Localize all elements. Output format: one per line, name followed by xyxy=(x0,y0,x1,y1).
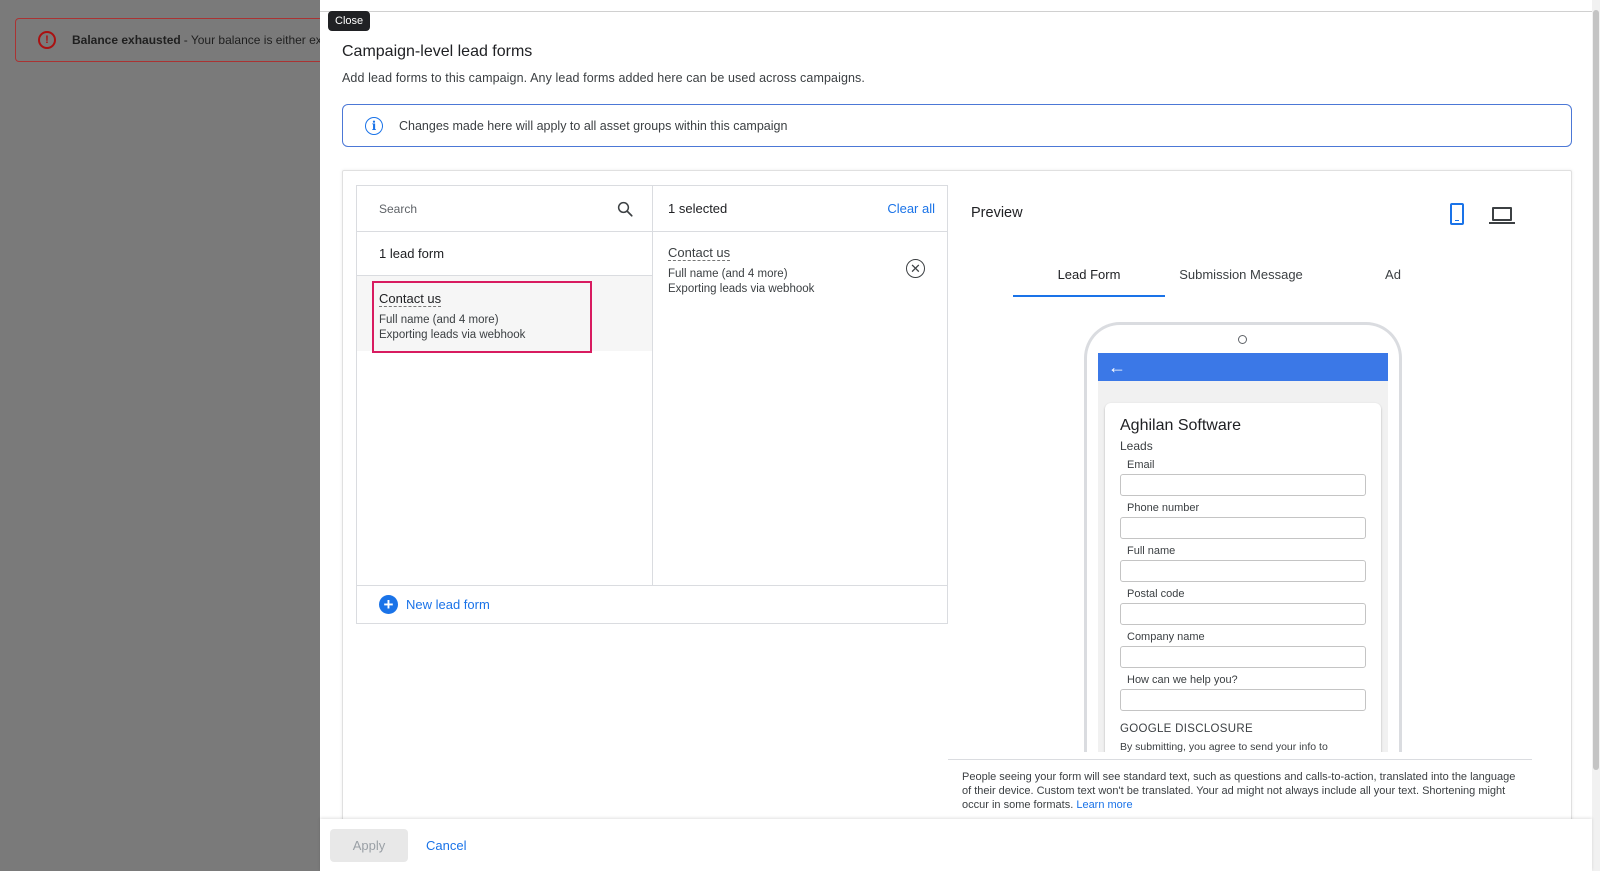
lead-forms-panel: Close Campaign-level lead forms Add lead… xyxy=(320,0,1600,871)
panel-topbar xyxy=(320,0,1600,12)
field-input xyxy=(1120,474,1366,496)
desktop-device-icon[interactable] xyxy=(1489,207,1515,224)
selected-header: 1 selected Clear all xyxy=(653,186,947,232)
divider xyxy=(948,759,1532,760)
field-input xyxy=(1120,646,1366,668)
disclosure-text: By submitting, you agree to send your in… xyxy=(1120,741,1328,752)
lead-form-list: 1 lead form Contact us Full name (and 4 … xyxy=(356,185,652,586)
form-headline: Leads xyxy=(1120,439,1153,453)
selected-form-fields: Full name (and 4 more) xyxy=(668,268,788,280)
back-arrow-icon: ← xyxy=(1108,356,1126,377)
clear-all-button[interactable]: Clear all xyxy=(887,201,935,216)
error-icon: ! xyxy=(38,31,56,49)
field-label: Email xyxy=(1127,459,1155,471)
disclosure-title: GOOGLE DISCLOSURE xyxy=(1120,723,1253,735)
preview-title: Preview xyxy=(971,205,1023,221)
lead-form-count: 1 lead form xyxy=(357,232,652,276)
balance-alert: ! Balance exhausted - Your balance is ei… xyxy=(15,18,335,62)
tab-submission-message[interactable]: Submission Message xyxy=(1165,265,1317,297)
highlight-box xyxy=(372,281,592,353)
scrollbar-thumb[interactable] xyxy=(1593,10,1599,770)
preview-pane: Preview Lead Form Submission Message Ad … xyxy=(948,185,1554,811)
page-backdrop: ! Balance exhausted - Your balance is ei… xyxy=(0,0,335,871)
form-preview-card: Aghilan Software Leads Email Phone numbe… xyxy=(1105,403,1381,752)
alert-title: Balance exhausted xyxy=(72,33,181,47)
field-label: Full name xyxy=(1127,545,1176,557)
new-lead-form-label: New lead form xyxy=(406,597,490,612)
selected-item: Contact us Full name (and 4 more) Export… xyxy=(653,232,947,309)
field-input xyxy=(1120,603,1366,625)
close-tooltip[interactable]: Close xyxy=(328,11,371,31)
tab-ad[interactable]: Ad xyxy=(1317,265,1469,297)
info-icon: i xyxy=(365,116,383,135)
list-item[interactable]: Contact us Full name (and 4 more) Export… xyxy=(357,276,652,353)
remove-icon[interactable]: ✕ xyxy=(906,259,925,278)
alert-text: - Your balance is either exhausted xyxy=(183,33,334,47)
panel-footer: Apply Cancel xyxy=(320,819,1592,871)
phone-screen: ← Aghilan Software Leads Email Phone num… xyxy=(1098,353,1388,752)
info-banner: i Changes made here will apply to all as… xyxy=(342,104,1572,147)
phone-mockup: ← Aghilan Software Leads Email Phone num… xyxy=(1084,322,1402,752)
field-input xyxy=(1120,560,1366,582)
field-label: Phone number xyxy=(1127,502,1200,514)
apply-button[interactable]: Apply xyxy=(330,829,408,862)
selected-count: 1 selected xyxy=(668,201,728,216)
panel-subtitle: Add lead forms to this campaign. Any lea… xyxy=(342,71,865,85)
preview-tabs: Lead Form Submission Message Ad xyxy=(1013,265,1469,297)
selected-form-name[interactable]: Contact us xyxy=(668,245,731,261)
add-icon: + xyxy=(379,595,398,614)
field-input xyxy=(1120,689,1366,711)
selected-forms-list: 1 selected Clear all Contact us Full nam… xyxy=(652,185,948,586)
info-text: Changes made here will apply to all asse… xyxy=(399,118,788,133)
field-input xyxy=(1120,517,1366,539)
phone-app-bar: ← xyxy=(1098,353,1388,381)
learn-more-link[interactable]: Learn more xyxy=(1076,799,1132,811)
cancel-button[interactable]: Cancel xyxy=(420,829,472,862)
field-label: Postal code xyxy=(1127,588,1185,600)
translation-note: People seeing your form will see standar… xyxy=(962,770,1522,814)
field-label: Company name xyxy=(1127,631,1205,643)
search-row xyxy=(357,186,652,232)
translation-note-text: People seeing your form will see standar… xyxy=(962,771,1516,811)
field-label: How can we help you? xyxy=(1127,674,1238,686)
search-input[interactable] xyxy=(379,201,579,216)
business-name: Aghilan Software xyxy=(1120,417,1241,434)
search-icon[interactable] xyxy=(616,200,634,218)
panel-title: Campaign-level lead forms xyxy=(342,43,533,60)
mobile-device-icon[interactable] xyxy=(1450,203,1464,225)
phone-camera xyxy=(1238,335,1247,344)
panel-scrollbar[interactable] xyxy=(1592,0,1600,871)
new-lead-form-button[interactable]: + New lead form xyxy=(356,586,948,624)
tab-lead-form[interactable]: Lead Form xyxy=(1013,265,1165,297)
selected-form-export: Exporting leads via webhook xyxy=(668,283,815,295)
